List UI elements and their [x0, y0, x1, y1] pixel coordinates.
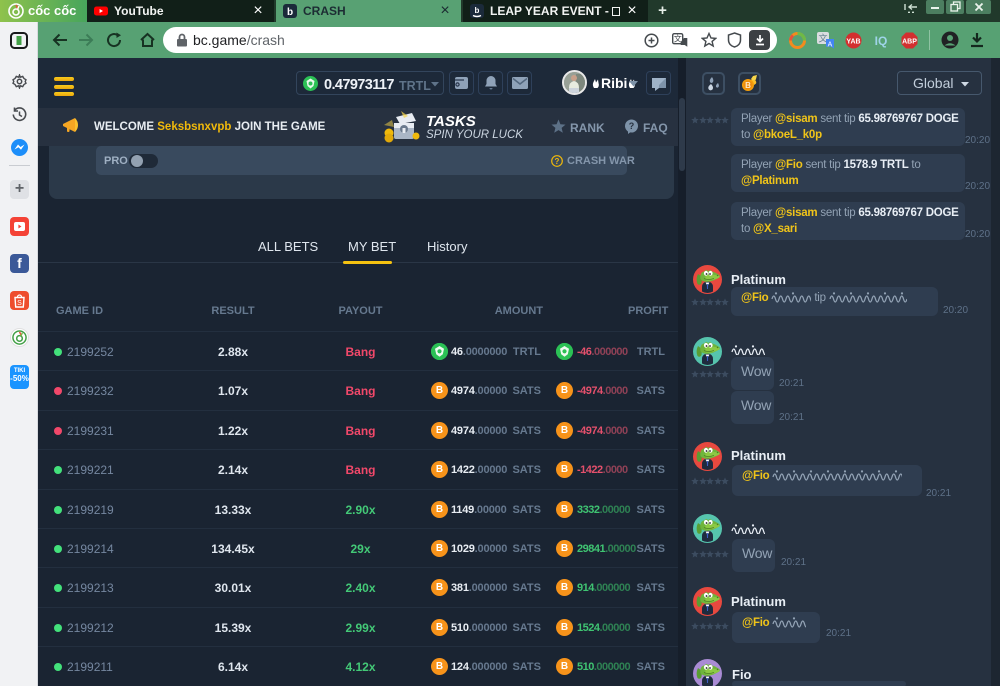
svg-text:b: b	[287, 7, 293, 18]
svg-text:ABP: ABP	[902, 39, 917, 46]
svg-text:b: b	[475, 6, 480, 15]
svg-text:文: 文	[674, 34, 682, 44]
svg-text:B: B	[745, 81, 751, 90]
svg-text:S: S	[17, 300, 22, 307]
svg-text:YAB: YAB	[846, 39, 860, 46]
svg-text:A: A	[828, 42, 833, 49]
svg-text:?: ?	[629, 121, 635, 131]
svg-text:IQ: IQ	[875, 34, 888, 48]
svg-text:?: ?	[555, 157, 560, 166]
